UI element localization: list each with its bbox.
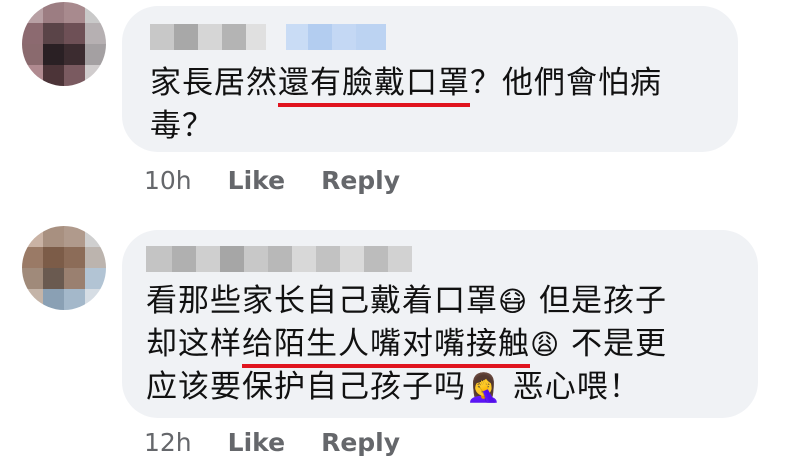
comment-actions: 12h Like Reply <box>144 428 400 457</box>
comment-bubble: 家長居然還有臉戴口罩？他們會怕病 毒？ <box>122 6 738 152</box>
like-button[interactable]: Like <box>228 166 285 195</box>
text-segment: 不是更 <box>560 326 668 362</box>
comment-text: 家長居然還有臉戴口罩？他們會怕病 毒？ <box>150 62 662 148</box>
avatar[interactable] <box>22 226 106 310</box>
text-segment: 却这样 <box>146 326 242 362</box>
comment-timestamp[interactable]: 10h <box>144 166 192 195</box>
emoji-icon: 🤦‍♀️ <box>466 371 502 404</box>
underlined-text: 给陌生人嘴对嘴接触 <box>242 326 530 368</box>
text-segment: 但是孩子 <box>528 283 668 319</box>
avatar[interactable] <box>22 2 106 86</box>
commenter-name[interactable] <box>150 24 386 50</box>
text-segment: ？他們會怕病 <box>470 65 662 101</box>
comment-timestamp[interactable]: 12h <box>144 428 192 457</box>
text-segment: 应该要保护自己孩子吗 <box>146 369 466 405</box>
commenter-name[interactable] <box>146 246 412 272</box>
comment-text: 看那些家长自己戴着口罩😷 但是孩子 却这样给陌生人嘴对嘴接触😩 不是更 应该要保护自… <box>146 280 667 409</box>
comment-text-line: 家長居然還有臉戴口罩？他們會怕病 <box>150 62 662 107</box>
text-segment: 毒？ <box>150 108 214 144</box>
emoji-icon: 😩 <box>530 328 561 361</box>
underlined-text: 還有臉戴口罩 <box>278 65 470 107</box>
text-segment: 看那些家长自己戴着口罩 <box>146 283 498 319</box>
text-segment: 恶心喂！ <box>501 369 641 405</box>
comment-text-line: 应该要保护自己孩子吗🤦‍♀️ 恶心喂！ <box>146 366 667 409</box>
like-button[interactable]: Like <box>228 428 285 457</box>
comment-text-line: 毒？ <box>150 105 662 148</box>
reply-button[interactable]: Reply <box>321 428 400 457</box>
reply-button[interactable]: Reply <box>321 166 400 195</box>
comment-text-line: 看那些家长自己戴着口罩😷 但是孩子 <box>146 280 667 323</box>
comment-bubble: 看那些家长自己戴着口罩😷 但是孩子 却这样给陌生人嘴对嘴接触😩 不是更 应该要保护自… <box>122 230 758 418</box>
comment-text-line: 却这样给陌生人嘴对嘴接触😩 不是更 <box>146 323 668 368</box>
emoji-icon: 😷 <box>498 285 529 318</box>
comment-actions: 10h Like Reply <box>144 166 400 195</box>
text-segment: 家長居然 <box>150 65 278 101</box>
